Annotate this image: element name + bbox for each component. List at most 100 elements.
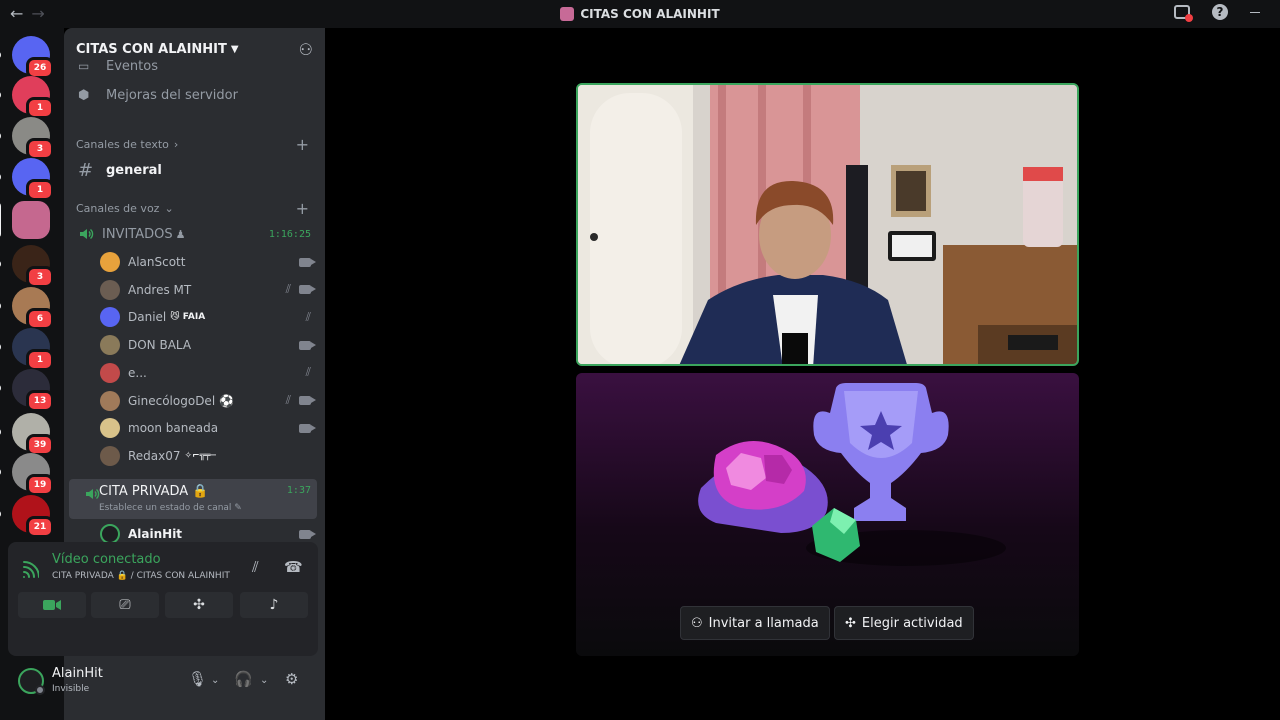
- inbox-icon[interactable]: [1174, 5, 1193, 22]
- server-icon[interactable]: [0, 201, 50, 239]
- mention-badge: 21: [26, 516, 54, 538]
- category-voice[interactable]: Canales de voz ⌄ +: [72, 199, 317, 218]
- avatar: [100, 252, 120, 272]
- video-off-icon: ⫽: [285, 282, 291, 297]
- unread-indicator: [0, 260, 1, 268]
- add-user-icon[interactable]: ⚇: [299, 40, 313, 59]
- person-icon: ♟: [175, 227, 186, 241]
- server-icon[interactable]: 1: [0, 158, 54, 201]
- channel-events[interactable]: ▭ Eventos: [72, 59, 317, 73]
- member-name: moon baneada: [128, 421, 219, 436]
- voice-channel-cita-label: CITA PRIVADA 🔒: [99, 484, 209, 499]
- category-text-label: Canales de texto: [76, 137, 169, 151]
- server-icon[interactable]: 39: [0, 413, 54, 456]
- channel-general[interactable]: # general: [72, 158, 317, 182]
- headphones-icon[interactable]: 🎧: [234, 670, 253, 688]
- server-mini-icon: [560, 7, 575, 21]
- voice-member[interactable]: Andres MT ⫽: [100, 277, 317, 303]
- server-icon[interactable]: 1: [0, 328, 54, 371]
- server-icon[interactable]: 3: [0, 117, 54, 160]
- chevron-down-icon[interactable]: ⌄: [211, 675, 219, 686]
- voice-member[interactable]: Redax07 ✧⌐╦╤─: [100, 443, 317, 469]
- member-tag: 😼 FAIA: [170, 312, 206, 323]
- voice-member[interactable]: GinecólogoDel ⚽ ⫽: [100, 388, 317, 414]
- camera-icon: [299, 529, 316, 539]
- add-user-icon: ⚇: [691, 615, 703, 631]
- server-icon[interactable]: 26: [0, 36, 54, 79]
- mention-badge: 13: [26, 390, 54, 412]
- soundboard-button[interactable]: ♪: [240, 592, 308, 618]
- unread-indicator: [0, 302, 1, 310]
- invite-to-call-button[interactable]: ⚇ Invitar a llamada: [680, 606, 830, 640]
- server-icon[interactable]: 3: [0, 245, 54, 288]
- member-name: AlanScott: [128, 255, 186, 269]
- member-name: AlainHit: [128, 527, 183, 541]
- title-bar: ← → CITAS CON ALAINHIT ?: [0, 0, 1280, 28]
- status-indicator: [35, 685, 45, 695]
- unread-indicator: [0, 173, 1, 181]
- speaker-icon: [80, 228, 94, 240]
- server-icon[interactable]: 13: [0, 369, 54, 412]
- settings-gear-icon[interactable]: ⚙: [285, 670, 298, 688]
- screen-share-button[interactable]: ⎚: [91, 592, 159, 618]
- add-channel-icon[interactable]: +: [296, 199, 309, 218]
- avatar[interactable]: [18, 668, 45, 695]
- activities-button[interactable]: ✣: [165, 592, 233, 618]
- server-icon[interactable]: 6: [0, 287, 54, 330]
- unread-indicator: [0, 132, 1, 140]
- speaker-icon: [86, 488, 100, 500]
- avatar: [100, 307, 120, 328]
- microphone-icon[interactable]: 🎙: [188, 670, 207, 688]
- voice-member[interactable]: DON BALA: [100, 332, 317, 358]
- minimize-icon[interactable]: [1250, 11, 1260, 13]
- voice-member[interactable]: e... ⫽: [100, 360, 317, 386]
- user-panel: AlainHit Invisible 🎙 ⌄ 🎧 ⌄ ⚙: [8, 656, 318, 706]
- server-icon[interactable]: 19: [0, 453, 54, 496]
- help-icon[interactable]: ?: [1212, 4, 1228, 20]
- video-tile[interactable]: [576, 83, 1079, 366]
- member-name: GinecólogoDel ⚽: [128, 393, 234, 408]
- camera-button[interactable]: [18, 592, 86, 618]
- voice-status-subtitle[interactable]: CITA PRIVADA 🔒 / CITAS CON ALAINHIT: [52, 571, 230, 581]
- noise-suppression-icon[interactable]: ⫽: [252, 558, 259, 576]
- disconnect-icon[interactable]: ☎: [284, 558, 303, 576]
- chevron-right-icon: ›: [173, 137, 179, 151]
- chevron-down-icon[interactable]: ⌄: [260, 675, 268, 686]
- signal-icon[interactable]: [21, 561, 39, 579]
- channel-boosts-label: Mejoras del servidor: [106, 87, 238, 103]
- channel-status-prompt[interactable]: Establece un estado de canal ✎: [99, 503, 242, 513]
- video-off-icon: ⫽: [305, 365, 311, 380]
- webcam-feed: [578, 85, 1077, 364]
- voice-member[interactable]: AlanScott: [100, 249, 317, 275]
- unread-indicator: [0, 343, 1, 351]
- user-status: Invisible: [52, 684, 90, 694]
- member-name: Andres MT: [128, 282, 192, 297]
- activity-panel: ⚇ Invitar a llamada ✣ Elegir actividad: [576, 373, 1079, 656]
- avatar: [100, 390, 120, 411]
- voice-channel-invitados[interactable]: INVITADOS ♟ 1:16:25: [72, 222, 317, 246]
- avatar: [100, 279, 120, 300]
- hash-icon: #: [78, 159, 94, 181]
- server-icon[interactable]: 21: [0, 495, 54, 538]
- choose-activity-button[interactable]: ✣ Elegir actividad: [834, 606, 974, 640]
- category-text[interactable]: Canales de texto › +: [72, 135, 317, 154]
- channel-boosts[interactable]: ⬢ Mejoras del servidor: [72, 84, 317, 106]
- voice-timer: 1:37: [286, 485, 311, 496]
- calendar-icon: ▭: [78, 59, 90, 73]
- avatar: [100, 445, 120, 466]
- member-tag: ✧⌐╦╤─: [184, 450, 216, 461]
- activities-icon: ✣: [845, 615, 856, 631]
- camera-icon: [299, 285, 316, 295]
- soundboard-icon: ♪: [269, 597, 279, 613]
- server-icon[interactable]: 1: [0, 76, 54, 119]
- add-channel-icon[interactable]: +: [296, 135, 309, 154]
- user-name[interactable]: AlainHit: [52, 666, 103, 681]
- voice-member[interactable]: moon baneada: [100, 415, 317, 441]
- invite-to-call-label: Invitar a llamada: [708, 615, 819, 631]
- voice-channel-invitados-label: INVITADOS: [102, 226, 173, 242]
- mention-badge: 6: [26, 308, 54, 330]
- screen-share-icon: ⎚: [119, 597, 131, 613]
- voice-channel-cita-privada[interactable]: CITA PRIVADA 🔒 1:37 Establece un estado …: [69, 479, 317, 519]
- voice-member[interactable]: Daniel 😼 FAIA ⫽: [100, 304, 317, 330]
- unread-indicator: [0, 51, 1, 59]
